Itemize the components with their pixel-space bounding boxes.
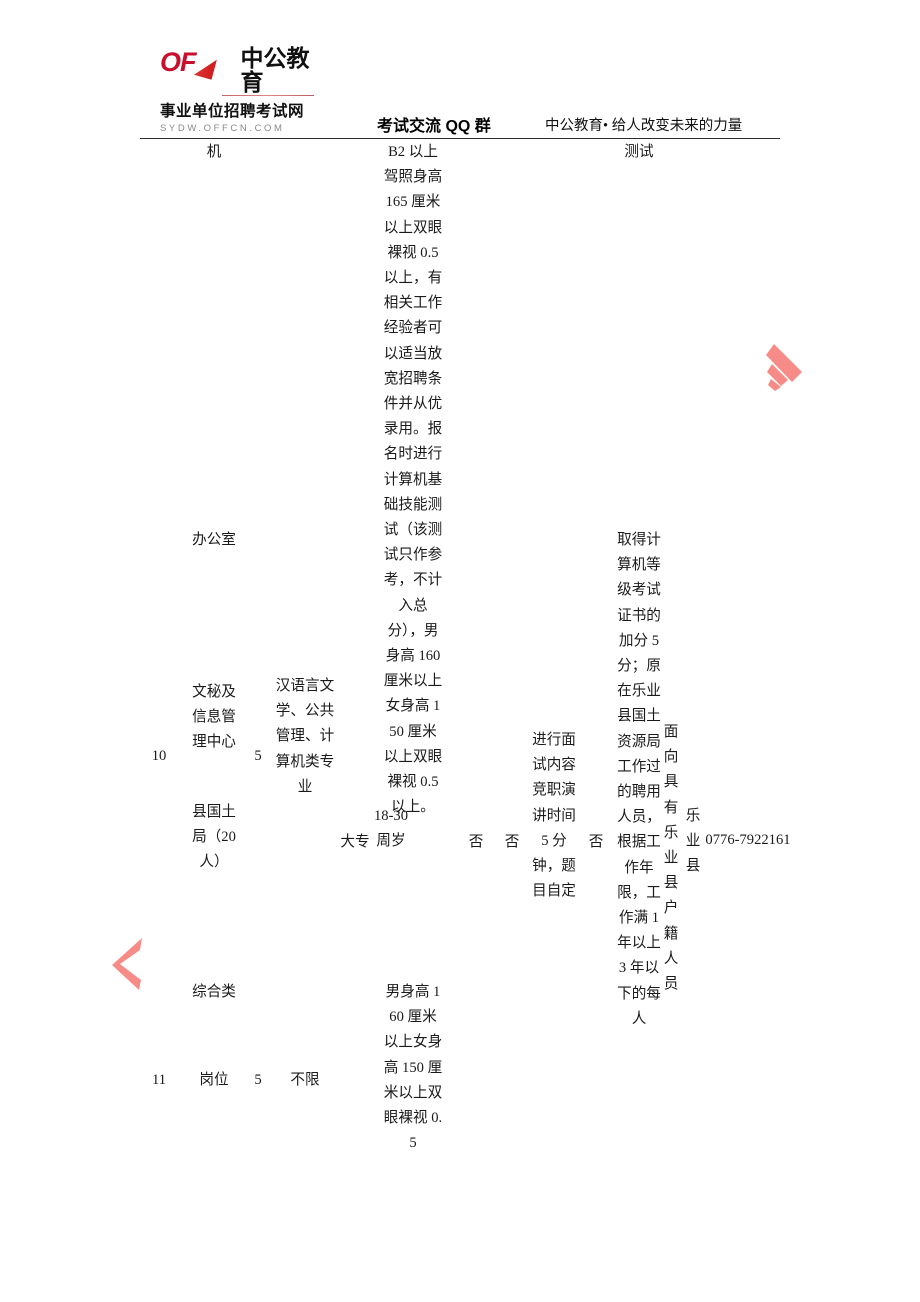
cell-field1-row10: 否 [468, 834, 484, 850]
cell-count-row11: 5 [254, 1072, 262, 1088]
cell-post-row11: 岗位 [199, 1072, 229, 1088]
cell-age-row10: 18-30 周岁 [373, 808, 409, 850]
header-center-title: 考试交流 QQ 群 [377, 118, 491, 135]
cell-post-carryover: 机 [206, 144, 222, 160]
cell-no-row11: 11 [151, 1072, 167, 1088]
cell-interview-row10: 进行面试内容竞职演讲时间 5 分钟，题目自定 [532, 732, 576, 900]
document-page: OFOFFCN 中公教育 事业单位招聘考试网 SYDW.OFFCN.COM 考试… [0, 0, 920, 1302]
page-header: OFOFFCN 中公教育 事业单位招聘考试网 SYDW.OFFCN.COM 考试… [140, 46, 780, 140]
cell-post-top-row11: 综合类 [192, 984, 236, 1000]
logo-brand-cn: 中公教育 [240, 45, 310, 95]
logo-url: SYDW.OFFCN.COM [160, 123, 285, 134]
cell-phone-row10: 0776-7922161 [705, 832, 791, 848]
cell-education-row10: 大专 [340, 834, 370, 850]
cell-condition-row11: 男身高 160 厘米以上女身高 150 厘米以上双眼裸视 0.5 [383, 984, 443, 1152]
cell-major-row10: 汉语言文学、公共管理、计算机类专业 [275, 678, 335, 795]
offcn-logo: OFOFFCN 中公教育 事业单位招聘考试网 SYDW.OFFCN.COM [160, 46, 328, 134]
cell-count-row10: 5 [254, 748, 262, 764]
header-divider [140, 138, 780, 139]
cell-post-row10: 文秘及信息管理中心 [192, 684, 236, 751]
cell-unit-row10: 县国土局（20人） [192, 804, 236, 871]
cell-bonus-row10: 取得计算机等级考试证书的加分 5 分；原在乐业县国土资源局工作过的聘用人员，根据… [617, 532, 661, 1027]
pink-chevron-mark-left [112, 938, 142, 990]
cell-major-row11: 不限 [290, 1072, 320, 1088]
cell-post-top-row10: 办公室 [192, 532, 236, 548]
logo-primary-row: OFOFFCN 中公教育 [160, 46, 328, 94]
cell-condition-carryover: B2 以上驾照身高 165 厘米以上双眼裸视 0.5 以上，有相关工作经验者可以… [383, 144, 443, 816]
logo-subtitle: 事业单位招聘考试网 [160, 103, 305, 120]
cell-field3-row10: 否 [588, 834, 604, 850]
cell-no-row10: 10 [151, 748, 167, 764]
cell-field2-row10: 否 [504, 834, 520, 850]
logo-slogan-bar [222, 95, 314, 96]
cell-bonus-carryover: 测试 [624, 144, 654, 160]
header-right-slogan: 中公教育• 给人改变未来的力量 [545, 118, 743, 134]
pink-arrow-mark-right [766, 344, 802, 391]
